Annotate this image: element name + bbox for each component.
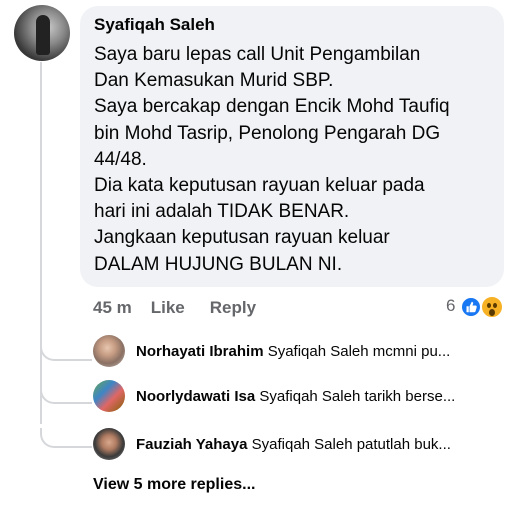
avatar[interactable] bbox=[14, 5, 70, 61]
like-button[interactable]: Like bbox=[151, 298, 185, 318]
comment-line: Jangkaan keputusan rayuan keluar bbox=[94, 227, 390, 249]
comment-actions: 45 m Like Reply bbox=[93, 297, 256, 319]
avatar[interactable] bbox=[93, 380, 125, 412]
like-icon[interactable] bbox=[460, 296, 482, 318]
reply-item: Fauziah Yahaya Syafiqah Saleh patutlah b… bbox=[93, 428, 451, 460]
comment-line: 44/48. bbox=[94, 148, 147, 170]
reaction-count[interactable]: 6 bbox=[446, 296, 455, 316]
reply-author[interactable]: Fauziah Yahaya bbox=[136, 436, 247, 453]
comment-text: Saya baru lepas call Unit Pengambilan Da… bbox=[94, 42, 494, 278]
comment-line: hari ini adalah TIDAK BENAR. bbox=[94, 201, 350, 223]
reply-snippet[interactable]: Syafiqah Saleh tarikh berse... bbox=[259, 388, 455, 405]
reply-snippet[interactable]: Syafiqah Saleh patutlah buk... bbox=[252, 436, 451, 453]
reply-item: Noorlydawati Isa Syafiqah Saleh tarikh b… bbox=[93, 380, 455, 412]
thread-branch bbox=[40, 428, 92, 448]
thread-branch bbox=[40, 384, 92, 404]
comment-author[interactable]: Syafiqah Saleh bbox=[94, 15, 215, 35]
timestamp-link[interactable]: 45 m bbox=[93, 298, 132, 318]
comment-line: Dia kata keputusan rayuan keluar pada bbox=[94, 175, 425, 197]
thread-line bbox=[40, 62, 42, 424]
avatar[interactable] bbox=[93, 428, 125, 460]
comment-line: Saya bercakap dengan Encik Mohd Taufiq bbox=[94, 96, 450, 118]
reply-author[interactable]: Noorlydawati Isa bbox=[136, 388, 255, 405]
comment-line: Dan Kemasukan Murid SBP. bbox=[94, 70, 334, 92]
reply-author[interactable]: Norhayati Ibrahim bbox=[136, 343, 264, 360]
comment-line: bin Mohd Tasrip, Penolong Pengarah DG bbox=[94, 122, 441, 144]
thread-branch bbox=[40, 341, 92, 361]
comment-line: Saya baru lepas call Unit Pengambilan bbox=[94, 44, 421, 65]
reply-button[interactable]: Reply bbox=[210, 298, 256, 318]
comment-line: DALAM HUJUNG BULAN NI. bbox=[94, 253, 343, 275]
avatar[interactable] bbox=[93, 335, 125, 367]
reply-snippet[interactable]: Syafiqah Saleh mcmni pu... bbox=[268, 343, 451, 360]
wow-icon[interactable] bbox=[480, 295, 504, 319]
view-more-replies-link[interactable]: View 5 more replies... bbox=[93, 476, 255, 494]
reply-item: Norhayati Ibrahim Syafiqah Saleh mcmni p… bbox=[93, 335, 450, 367]
